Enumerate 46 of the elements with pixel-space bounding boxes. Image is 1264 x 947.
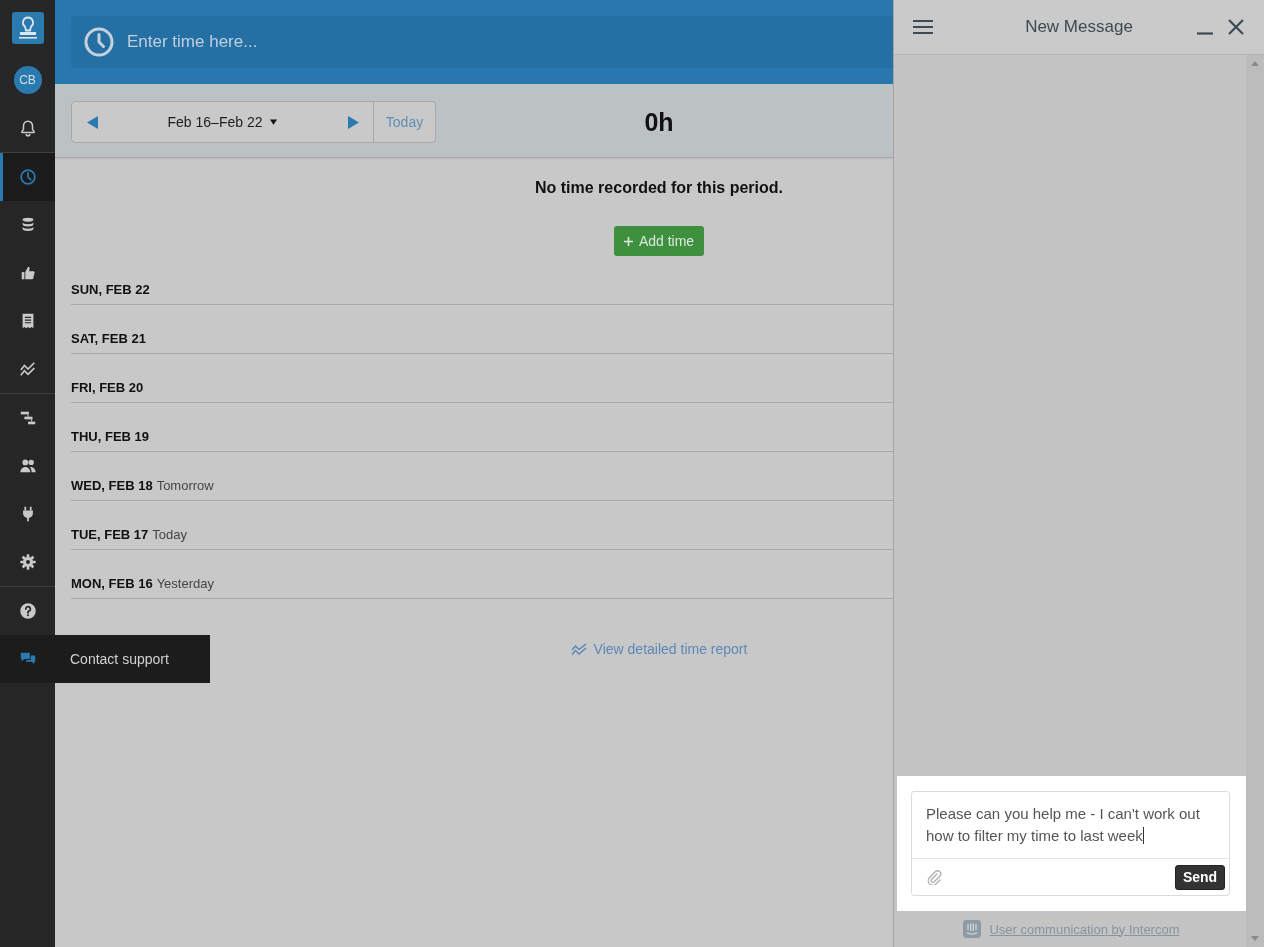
trend-chart-icon <box>18 360 37 378</box>
trend-chart-icon <box>570 643 587 655</box>
send-button[interactable]: Send <box>1175 864 1225 890</box>
menu-icon <box>913 19 933 35</box>
bars-icon <box>18 409 37 427</box>
text-cursor <box>1142 827 1144 844</box>
day-label: SAT, FEB 21 <box>71 331 146 347</box>
period-dropdown[interactable]: Feb 16–Feb 22 <box>112 102 333 142</box>
users-icon <box>18 457 37 475</box>
report-link[interactable]: View detailed time report <box>570 640 748 658</box>
logo-icon <box>963 920 982 938</box>
panel-title: New Message <box>1025 17 1133 37</box>
add-time-button[interactable]: Add time <box>613 226 705 256</box>
total-hours: 0h <box>643 107 675 138</box>
empty-message: No time recorded for this period. <box>535 179 783 196</box>
paperclip-icon <box>926 869 942 885</box>
day-label: THU, FEB 19 <box>71 429 149 445</box>
bell-icon <box>18 119 37 137</box>
day-label: MON, FEB 16 <box>71 576 153 592</box>
day-label: SUN, FEB 22 <box>71 282 150 298</box>
help-icon <box>18 602 37 620</box>
close-icon <box>1228 19 1244 35</box>
caret-icon <box>270 119 278 125</box>
plus-icon <box>623 236 633 246</box>
right-arrow-icon <box>347 115 359 129</box>
day-label: WED, FEB 18 <box>71 478 153 494</box>
avatar[interactable]: CB <box>13 66 42 94</box>
minimize-icon <box>1197 32 1213 35</box>
day-label: TUE, FEB 17 <box>71 527 149 543</box>
time-entry-field[interactable]: Enter time here... <box>71 16 893 68</box>
nav-item[interactable] <box>0 153 55 201</box>
day-note: Today <box>152 527 187 543</box>
menu-button[interactable] <box>913 19 933 35</box>
today-button[interactable]: Today <box>373 102 435 142</box>
day-label: FRI, FEB 20 <box>71 380 144 396</box>
day-note: Yesterday <box>156 576 214 592</box>
left-arrow-icon <box>86 115 98 129</box>
close-button[interactable] <box>1228 19 1244 35</box>
settings-icon <box>18 553 37 571</box>
clock-icon <box>84 27 114 57</box>
message-field[interactable]: Please can you help me - I can't work out how to filter my time to last week <box>912 792 1229 858</box>
footer-link[interactable]: User communication by Intercom <box>989 921 1180 937</box>
tooltip: Contact support <box>55 635 210 683</box>
day-note: Tomorrow <box>156 478 214 494</box>
logo-icon[interactable] <box>11 12 44 44</box>
clock-icon <box>18 168 37 186</box>
